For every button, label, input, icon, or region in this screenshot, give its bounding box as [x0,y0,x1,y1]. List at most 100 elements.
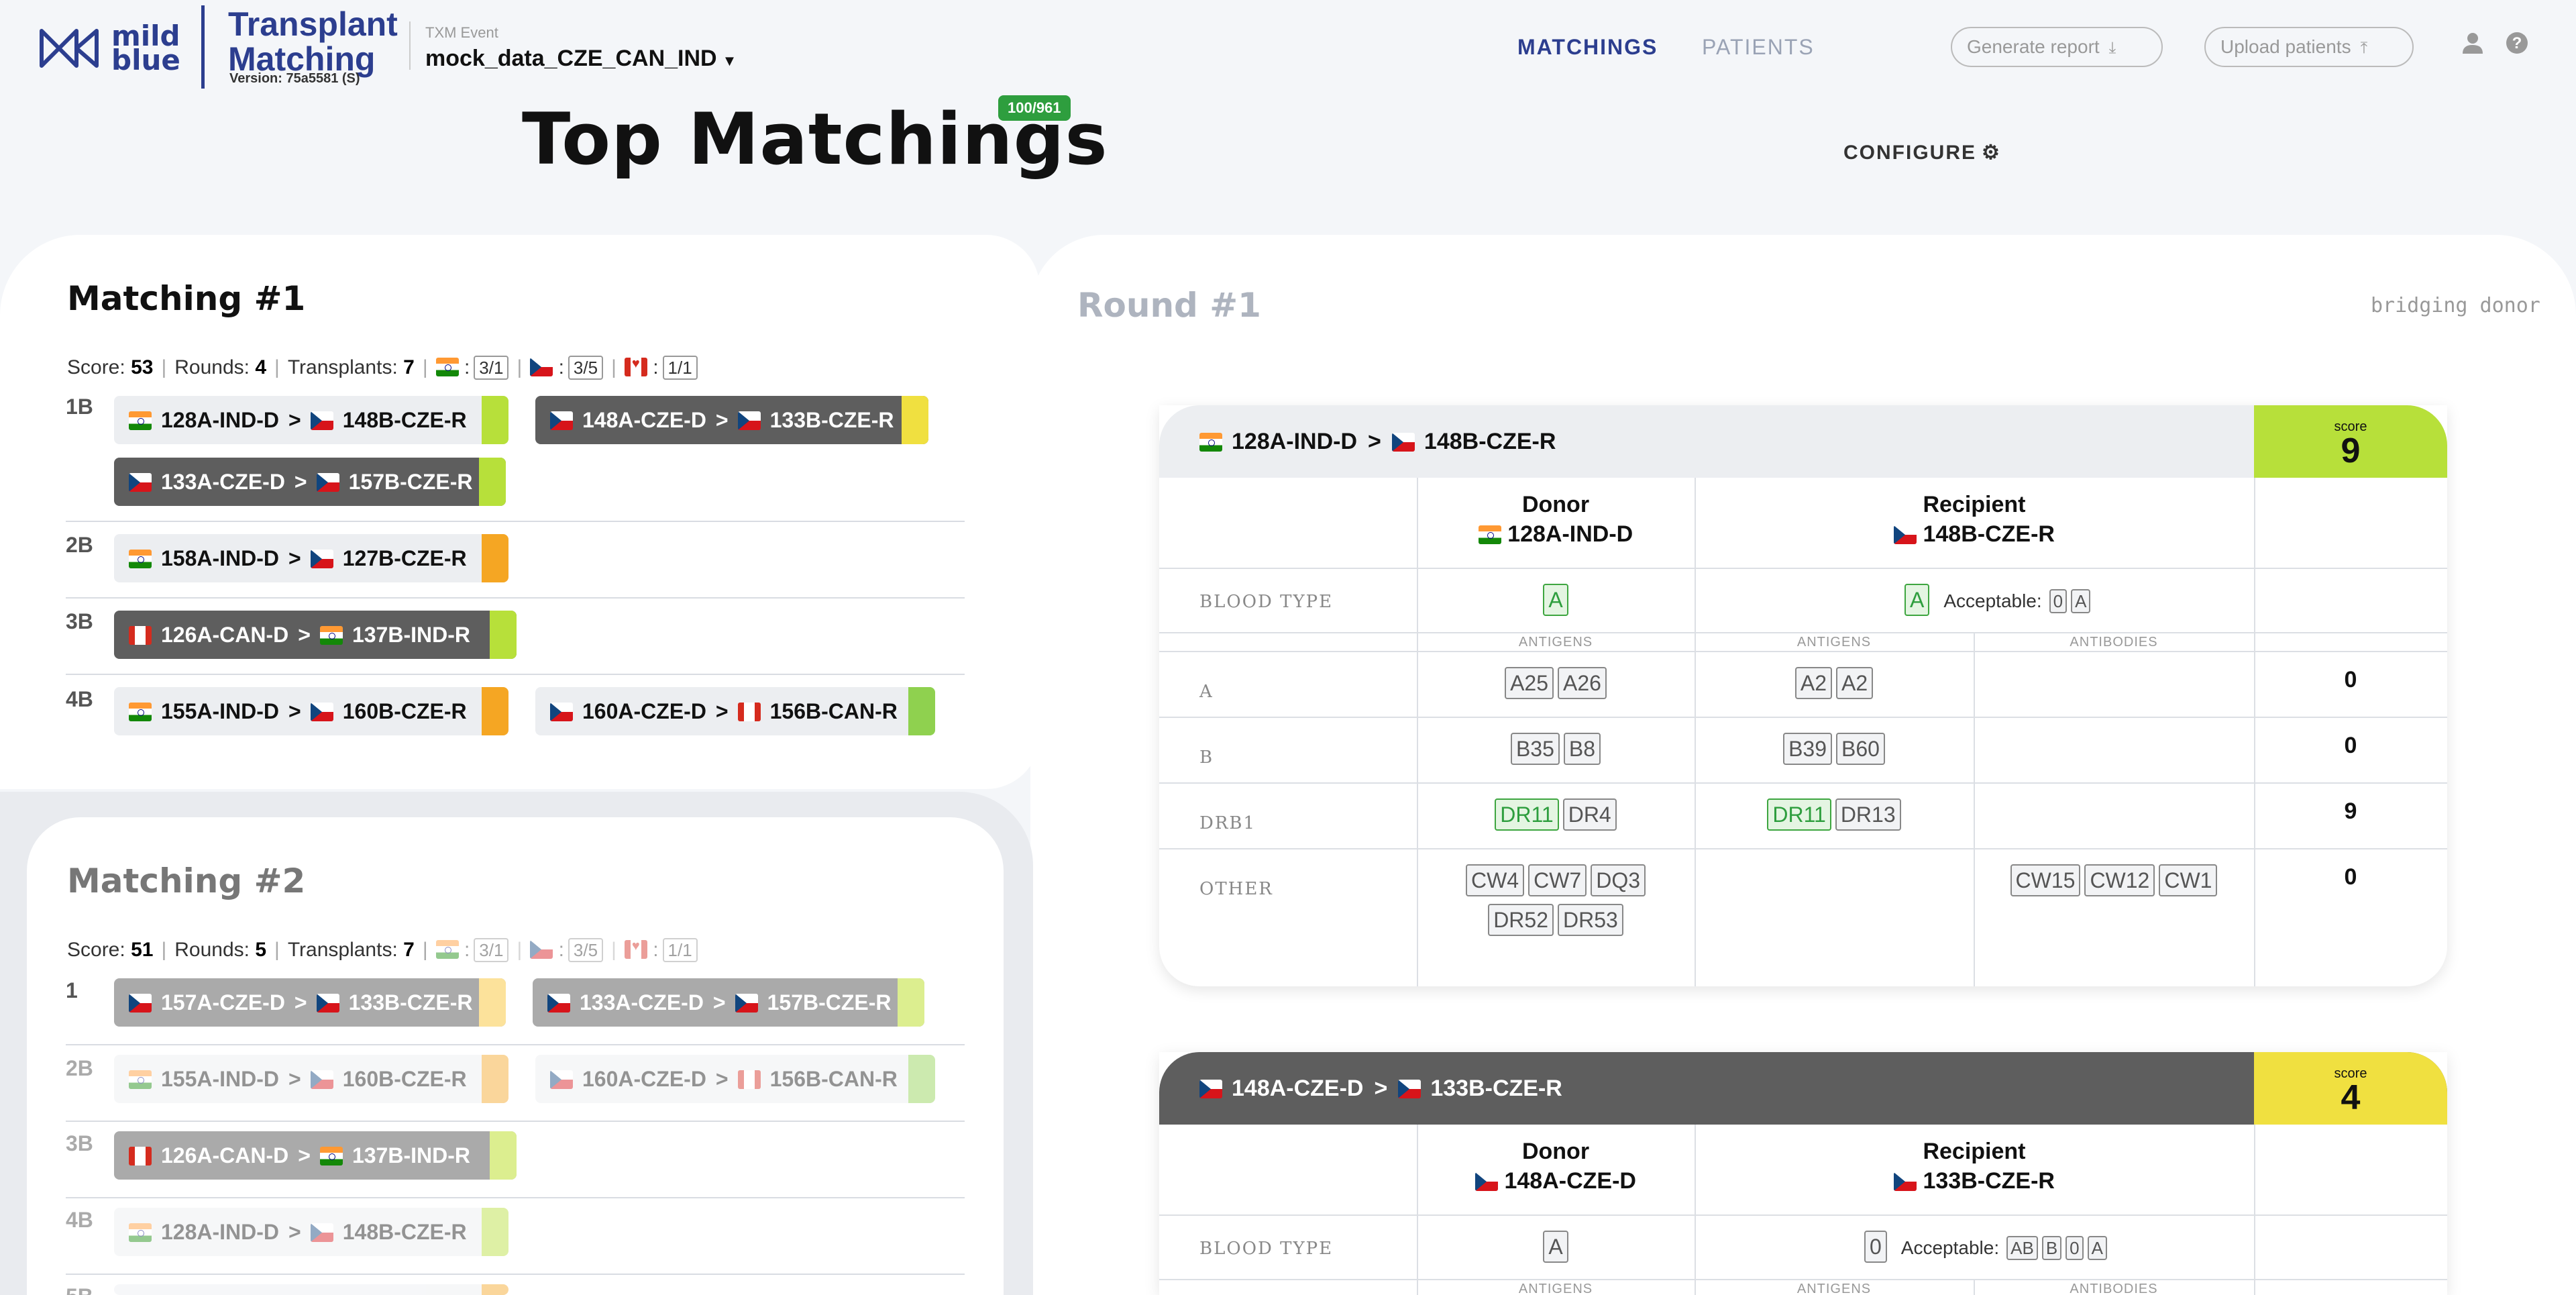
score-value: 51 [131,939,154,961]
india-flag-icon [1199,433,1222,452]
score-indicator [482,687,508,735]
configure-label: CONFIGURE [1843,142,1976,164]
app-title: Transplant Matching [228,5,398,78]
transplant-detail-card[interactable]: 148A-CZE-D >133B-CZE-R score 4 Donor 148A-… [1159,1052,2447,1295]
blood-type-tag: 0 [1864,1231,1887,1263]
canada-flag-icon [624,358,647,376]
czech-flag-icon [129,473,152,492]
czech-flag-icon [1894,525,1917,544]
configure-button[interactable]: CONFIGURE ⚙ [1843,141,2001,164]
recipient-id: 133B-CZE-R [1923,1168,2055,1194]
transplants-label: Transplants: [287,356,398,378]
czech-flag-icon [1199,1080,1222,1098]
czech-flag-icon [310,550,333,568]
app-version: Version: 75a5581 (S) [229,71,360,86]
recipient-id: 148B-CZE-R [1424,429,1556,454]
logo-text: mild blue [111,19,180,76]
transplant-pill[interactable]: 126A-CAN-D >137B-IND-R [114,611,517,659]
antibodies-subheader: ANTIBODIES [2070,1282,2158,1295]
transplant-pill[interactable]: 128A-IND-D >148B-CZE-R [114,1208,508,1256]
help-icon[interactable]: ? [2502,31,2532,60]
antigen-tag: A26 [1558,667,1607,699]
czech-flag-icon [310,1223,333,1242]
generate-report-button[interactable]: Generate report ⤓ [1951,27,2163,67]
transplant-pill[interactable]: 133A-CZE-D >157B-CZE-R [114,458,506,506]
table-divider [1159,848,2447,849]
recipient-column-header: Recipient 133B-CZE-R [1695,1137,2254,1196]
czech-flag-icon [550,703,573,721]
matching-card-1[interactable]: Matching #1 Score: 53 | Rounds: 4 | Transpla… [0,235,1040,789]
nav-patients[interactable]: PATIENTS [1702,35,1815,60]
matching-card-2[interactable]: Matching #2 Score: 51 | Rounds: 5 | Transpla… [27,817,1004,1295]
czech-flag-icon [1391,433,1415,452]
recipient-antigens: DR11 DR13 [1695,798,1974,831]
antigen-tag: CW4 [1465,864,1525,896]
antibodies-subheader: ANTIBODIES [2070,635,2158,650]
transplant-pill[interactable]: 155A-IND-D >160B-CZE-R [114,1055,508,1103]
user-icon[interactable] [2458,31,2487,60]
recipient-antigens: B39 B60 [1695,733,1974,765]
recipient-column-header: Recipient 148B-CZE-R [1695,490,2254,549]
donor-id: 128A-IND-D [1507,521,1633,547]
generate-report-label: Generate report [1967,36,2100,57]
round-label: 4B [66,687,93,711]
antigen-tag: B35 [1510,733,1560,765]
india-flag-icon [319,626,343,645]
nav-matchings[interactable]: MATCHINGS [1517,35,1658,60]
donor-antigens: B35 B8 [1417,733,1695,765]
transplant-pill[interactable]: 155A-IND-D >160B-CZE-R [114,687,508,735]
matching-title: Matching #1 [67,279,306,318]
donor-antigens: A25 A26 [1417,667,1695,699]
transplant-pill[interactable]: 158A-IND-D >127B-CZE-R [114,534,508,582]
score-label: Score: [67,356,125,378]
transplant-pill[interactable]: 128A-IND-D >148B-CZE-R [114,396,508,444]
antigens-subheader: ANTIGENS [1518,635,1593,650]
recipient-header-label: Recipient [1923,492,2026,517]
round-title: Round #1 [1077,286,1261,325]
blood-type-tag: A [1543,1231,1568,1263]
czech-flag-icon [1398,1080,1421,1098]
round-divider [66,1197,965,1198]
chevron-right-icon: > [298,1143,311,1168]
transplant-detail-card[interactable]: 128A-IND-D >148B-CZE-R score 9 Donor 128A-… [1159,405,2447,986]
event-selector[interactable]: mock_data_CZE_CAN_IND ▼ [425,46,737,72]
hla-row-label: DRB1 [1199,813,1256,833]
recipient-id: 133B-CZE-R [1430,1076,1562,1101]
row-score: 0 [2344,864,2357,890]
czech-flag-icon [310,703,333,721]
antibody-tag: CW15 [2010,864,2081,896]
transplant-pill[interactable]: 160A-CZE-D >156B-CAN-R [535,687,935,735]
donor-id: 148A-CZE-D [582,408,706,432]
donor-antigens: DR11 DR4 [1417,798,1695,831]
transplant-pill[interactable]: 160A-CZE-D >156B-CAN-R [535,1055,935,1103]
transplant-pill[interactable]: 126A-CAN-D >137B-IND-R [114,1131,517,1180]
transplant-pill[interactable] [114,1284,508,1295]
round-label: 3B [66,609,93,633]
round-label: 3B [66,1131,93,1155]
row-score: 0 [2344,733,2357,758]
transplant-pill[interactable]: 157A-CZE-D >133B-CZE-R [114,978,506,1027]
score-indicator [482,1055,508,1103]
transplant-pill[interactable]: 148A-CZE-D >133B-CZE-R [535,396,928,444]
antibody-tag: CW12 [2084,864,2155,896]
table-divider [2254,1125,2255,1295]
acceptable-tag: A [2087,1236,2107,1260]
mild-blue-logo[interactable]: mild blue [39,22,180,74]
row-score: 0 [2344,667,2357,692]
blood-type-label: BLOOD TYPE [1199,1239,1334,1259]
donor-blood-type: A [1417,584,1695,616]
score-indicator [479,458,506,506]
transplant-pill[interactable]: 133A-CZE-D >157B-CZE-R [533,978,924,1027]
chevron-right-icon: > [715,699,729,723]
rounds-label: Rounds: [174,939,250,961]
donor-id: 148A-CZE-D [1504,1168,1636,1194]
round-label: 4B [66,1208,93,1232]
table-divider [1159,568,2447,569]
antigen-tag: DQ3 [1591,864,1646,896]
score-indicator [490,1131,517,1180]
matching-summary: Score: 51 | Rounds: 5 | Transplants: 7 | :3/1… [67,938,698,962]
czech-flag-icon [735,994,758,1013]
transplant-detail-header: 128A-IND-D >148B-CZE-R score 9 [1159,405,2447,478]
upload-patients-button[interactable]: Upload patients ⤒ [2204,27,2414,67]
canada-flag-icon [129,626,152,645]
